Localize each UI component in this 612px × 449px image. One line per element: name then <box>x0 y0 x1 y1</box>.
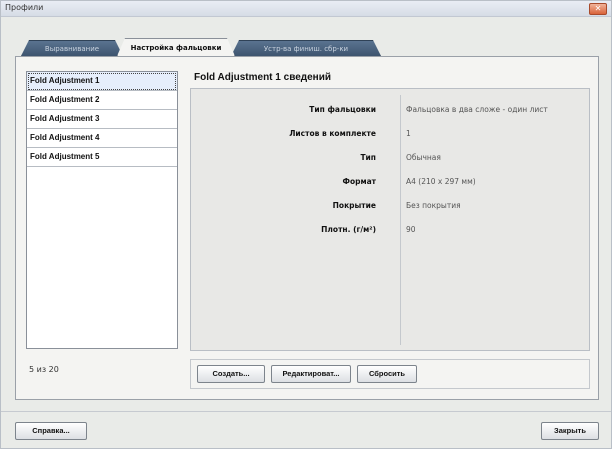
detail-label: Плотн. (г/м²) <box>321 225 376 234</box>
detail-value: Без покрытия <box>406 201 461 210</box>
help-button[interactable]: Справка... <box>15 422 87 440</box>
edit-button[interactable]: Редактироват... <box>271 365 351 383</box>
reset-button[interactable]: Сбросить <box>357 365 417 383</box>
detail-label: Тип <box>360 153 376 162</box>
fold-adjustment-list[interactable]: Fold Adjustment 1 Fold Adjustment 2 Fold… <box>26 71 178 349</box>
list-count: 5 из 20 <box>29 365 59 374</box>
title-bar[interactable]: Профили ✕ <box>1 1 611 17</box>
detail-value: Обычная <box>406 153 441 162</box>
list-item[interactable]: Fold Adjustment 1 <box>27 72 177 91</box>
close-window-button[interactable]: ✕ <box>589 3 607 15</box>
list-item[interactable]: Fold Adjustment 3 <box>27 110 177 129</box>
detail-row-size: Формат A4 (210 x 297 мм) <box>191 177 591 189</box>
create-button[interactable]: Создать... <box>197 365 265 383</box>
detail-label: Тип фальцовки <box>309 105 376 114</box>
detail-value: Фальцовка в два сложе - один лист <box>406 105 548 114</box>
detail-value: 1 <box>406 129 411 138</box>
detail-row-fold-type: Тип фальцовки Фальцовка в два сложе - од… <box>191 105 591 117</box>
bottom-separator <box>1 411 611 412</box>
list-item[interactable]: Fold Adjustment 2 <box>27 91 177 110</box>
list-item[interactable]: Fold Adjustment 5 <box>27 148 177 167</box>
action-bar: Создать... Редактироват... Сбросить <box>190 359 590 389</box>
details-panel: Тип фальцовки Фальцовка в два сложе - од… <box>190 88 590 351</box>
detail-row-weight: Плотн. (г/м²) 90 <box>191 225 591 237</box>
tab-fold-adjustment[interactable]: Настройка фальцовки <box>117 38 235 56</box>
detail-value: 90 <box>406 225 416 234</box>
list-item[interactable]: Fold Adjustment 4 <box>27 129 177 148</box>
detail-row-sheets-per-set: Листов в комплекте 1 <box>191 129 591 141</box>
detail-value: A4 (210 x 297 мм) <box>406 177 476 186</box>
tab-alignment[interactable]: Выравнивание <box>21 40 123 56</box>
profiles-window: Профили ✕ Выравнивание Настройка фальцов… <box>0 0 612 449</box>
detail-row-type: Тип Обычная <box>191 153 591 165</box>
close-button[interactable]: Закрыть <box>541 422 599 440</box>
details-title: Fold Adjustment 1 сведений <box>194 72 332 83</box>
tab-finishing-devices[interactable]: Устр-ва финиш. сбр-ки <box>231 40 381 56</box>
tab-panel: Fold Adjustment 1 Fold Adjustment 2 Fold… <box>15 56 599 400</box>
detail-label: Формат <box>342 177 377 186</box>
detail-label: Листов в комплекте <box>289 129 376 138</box>
detail-label: Покрытие <box>332 201 376 210</box>
window-title: Профили <box>5 3 44 12</box>
tab-strip: Выравнивание Настройка фальцовки Устр-ва… <box>21 38 541 56</box>
detail-row-coating: Покрытие Без покрытия <box>191 201 591 213</box>
